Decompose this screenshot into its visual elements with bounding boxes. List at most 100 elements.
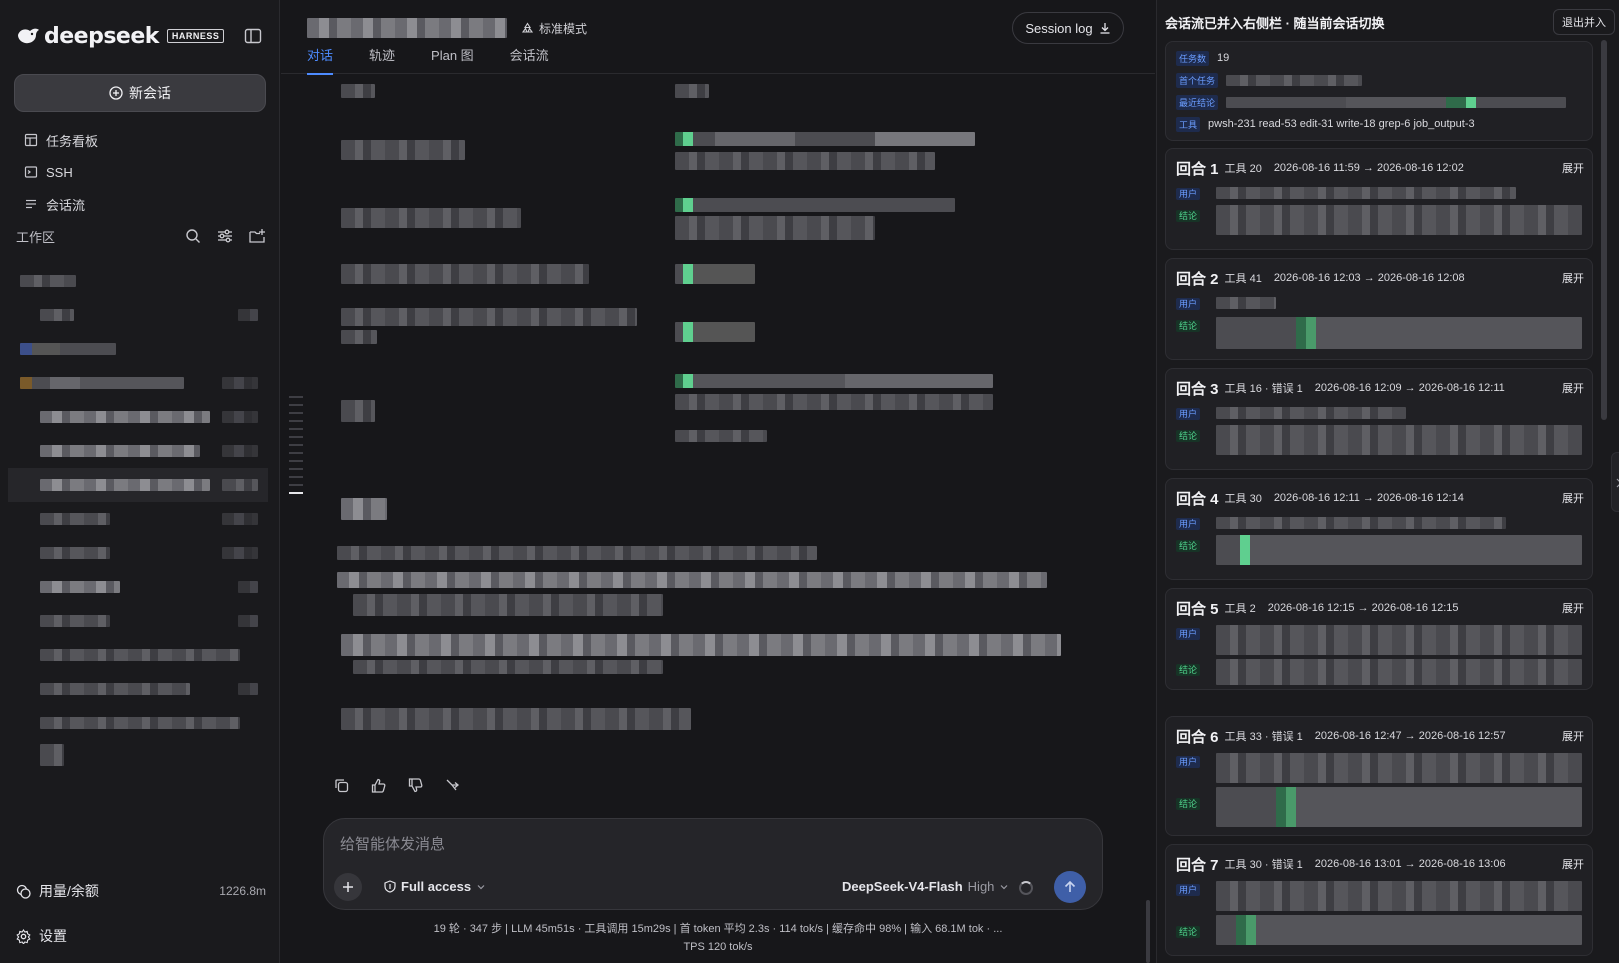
tree-item[interactable]	[16, 536, 266, 570]
filter-sliders-icon[interactable]	[216, 227, 234, 245]
tab-session-flow[interactable]: 会话流	[510, 46, 549, 74]
model-dropdown[interactable]: DeepSeek-V4-Flash High	[842, 879, 1009, 894]
tab-conversation[interactable]: 对话	[307, 46, 334, 75]
tab-plan-graph[interactable]: Plan 图	[431, 46, 474, 74]
tree-item[interactable]	[16, 604, 266, 638]
panel-title: 会话流已并入右侧栏 · 随当前会话切换	[1165, 15, 1385, 31]
exit-merge-button[interactable]: 退出并入	[1553, 9, 1615, 35]
model-level: High	[967, 879, 995, 894]
round-card[interactable]: 回合 1 工具 20 2026-08-16 11:59 → 2026-08-16…	[1165, 148, 1593, 250]
session-log-button[interactable]: Session log	[1012, 12, 1124, 44]
panel-header: 会话流已并入右侧栏 · 随当前会话切换 退出并入	[1165, 9, 1615, 35]
round-time: 2026-08-16 12:11 → 2026-08-16 12:14	[1273, 492, 1464, 504]
round-tool-count: 工具 30	[1224, 493, 1262, 505]
new-folder-icon[interactable]	[248, 227, 266, 245]
tab-trace[interactable]: 轨迹	[369, 46, 395, 74]
new-chat-button[interactable]: 新会话	[14, 74, 266, 112]
summary-tools: 工具 pwsh-231 read-53 edit-31 write-18 gre…	[1176, 116, 1475, 132]
round-card[interactable]: 回合 2 工具 41 2026-08-16 12:03 → 2026-08-16…	[1165, 258, 1593, 360]
stats-tps: TPS 120 tok/s	[683, 941, 753, 953]
panel-scrollbar[interactable]	[1601, 40, 1607, 420]
round-card[interactable]: 回合 5 工具 2 2026-08-16 12:15 → 2026-08-16 …	[1165, 588, 1593, 690]
search-icon[interactable]	[184, 227, 202, 245]
branch-icon[interactable]	[444, 777, 461, 794]
tree-item[interactable]	[16, 706, 266, 740]
user-tag: 用户	[1176, 298, 1201, 310]
tree-item[interactable]	[16, 502, 266, 536]
sidebar-item-label: 会话流	[46, 197, 86, 213]
chat-main: 标准模式 Session log 对话 轨迹 Plan 图 会话流 给智能体发消…	[281, 0, 1155, 963]
round-card[interactable]: 回合 3 工具 16 · 错误 1 2026-08-16 12:09 → 202…	[1165, 368, 1593, 470]
tree-item[interactable]	[16, 570, 266, 604]
expand-button[interactable]: 展开	[1562, 600, 1584, 616]
user-tag: 用户	[1176, 188, 1201, 200]
access-label: Full access	[401, 879, 472, 894]
tree-item[interactable]	[16, 672, 266, 706]
copy-icon[interactable]	[333, 777, 350, 794]
round-time: 2026-08-16 13:01 → 2026-08-16 13:06	[1314, 858, 1506, 870]
round-time: 2026-08-16 12:03 → 2026-08-16 12:08	[1273, 272, 1465, 284]
tools-value: pwsh-231 read-53 edit-31 write-18 grep-6…	[1208, 118, 1475, 130]
round-card[interactable]: 回合 6 工具 33 · 错误 1 2026-08-16 12:47 → 202…	[1165, 716, 1593, 836]
new-chat-label: 新会话	[129, 85, 171, 101]
tree-item[interactable]	[16, 638, 266, 672]
send-button[interactable]	[1054, 871, 1086, 903]
thumbs-up-icon[interactable]	[370, 777, 387, 794]
chevron-down-icon	[1000, 884, 1008, 889]
message-input[interactable]	[340, 833, 1080, 855]
expand-button[interactable]: 展开	[1562, 270, 1584, 286]
attach-button[interactable]	[334, 873, 362, 901]
tree-item[interactable]	[16, 400, 266, 434]
conversation-minimap[interactable]	[289, 396, 305, 500]
terminal-icon	[24, 166, 38, 178]
expand-button[interactable]: 展开	[1562, 160, 1584, 176]
sidebar: deepseek HARNESS 新会话 任务看板 SSH 会话流 工作区 用量…	[0, 0, 280, 963]
chat-header: 标准模式 Session log 对话 轨迹 Plan 图 会话流	[281, 0, 1155, 75]
round-title: 回合 2	[1176, 270, 1219, 288]
arrow-up-icon	[1064, 880, 1076, 892]
tree-item[interactable]	[16, 740, 266, 774]
panel-collapse-handle[interactable]	[1611, 452, 1619, 512]
tree-item-selected[interactable]	[8, 468, 268, 502]
round-card[interactable]: 回合 4 工具 30 2026-08-16 12:11 → 2026-08-16…	[1165, 478, 1593, 580]
round-title: 回合 3	[1176, 380, 1219, 398]
round-tool-count: 工具 33 · 错误 1	[1224, 731, 1303, 743]
expand-button[interactable]: 展开	[1562, 380, 1584, 396]
sidebar-item-task-board[interactable]: 任务看板	[14, 124, 266, 156]
chat-scrollbar[interactable]	[1146, 900, 1150, 963]
gear-icon	[16, 928, 31, 944]
conclusion-tag: 结论	[1176, 926, 1201, 938]
tree-item[interactable]	[16, 298, 266, 332]
composer: Full access DeepSeek-V4-Flash High	[323, 818, 1103, 910]
settings-button[interactable]: 设置	[16, 925, 67, 947]
tree-item[interactable]	[16, 434, 266, 468]
tree-item[interactable]	[16, 264, 266, 298]
round-time: 2026-08-16 12:15 → 2026-08-16 12:15	[1267, 602, 1459, 614]
expand-button[interactable]: 展开	[1562, 490, 1584, 506]
stats-line: 19 轮 · 347 步 | LLM 45m51s · 工具调用 15m29s …	[433, 923, 1003, 935]
tree-item[interactable]	[16, 332, 266, 366]
round-title: 回合 1	[1176, 160, 1219, 178]
session-title	[307, 18, 507, 38]
sidebar-item-ssh[interactable]: SSH	[14, 156, 266, 188]
chevron-right-icon	[1616, 478, 1619, 488]
round-tool-count: 工具 2	[1224, 603, 1256, 615]
sidebar-nav: 任务看板 SSH 会话流	[14, 124, 266, 220]
expand-button[interactable]: 展开	[1562, 728, 1584, 744]
round-card[interactable]: 回合 7 工具 30 · 错误 1 2026-08-16 13:01 → 202…	[1165, 844, 1593, 956]
sidebar-toggle-icon[interactable]	[243, 26, 263, 46]
usage-balance-row[interactable]: 用量/余额 1226.8m	[16, 880, 266, 902]
thumbs-down-icon[interactable]	[407, 777, 424, 794]
chevron-down-icon	[477, 884, 485, 889]
mode-chip[interactable]: 标准模式	[521, 18, 587, 38]
task-count-value: 19	[1217, 52, 1230, 64]
user-tag: 用户	[1176, 884, 1201, 896]
workspace-title: 工作区	[16, 229, 56, 245]
chat-tabs: 对话 轨迹 Plan 图 会话流	[307, 46, 549, 75]
sidebar-item-session-flow[interactable]: 会话流	[14, 188, 266, 220]
tree-item[interactable]	[16, 366, 266, 400]
conversation-area	[281, 74, 1155, 814]
expand-button[interactable]: 展开	[1562, 856, 1584, 872]
access-dropdown[interactable]: Full access	[384, 879, 486, 894]
user-tag: 用户	[1176, 756, 1201, 768]
